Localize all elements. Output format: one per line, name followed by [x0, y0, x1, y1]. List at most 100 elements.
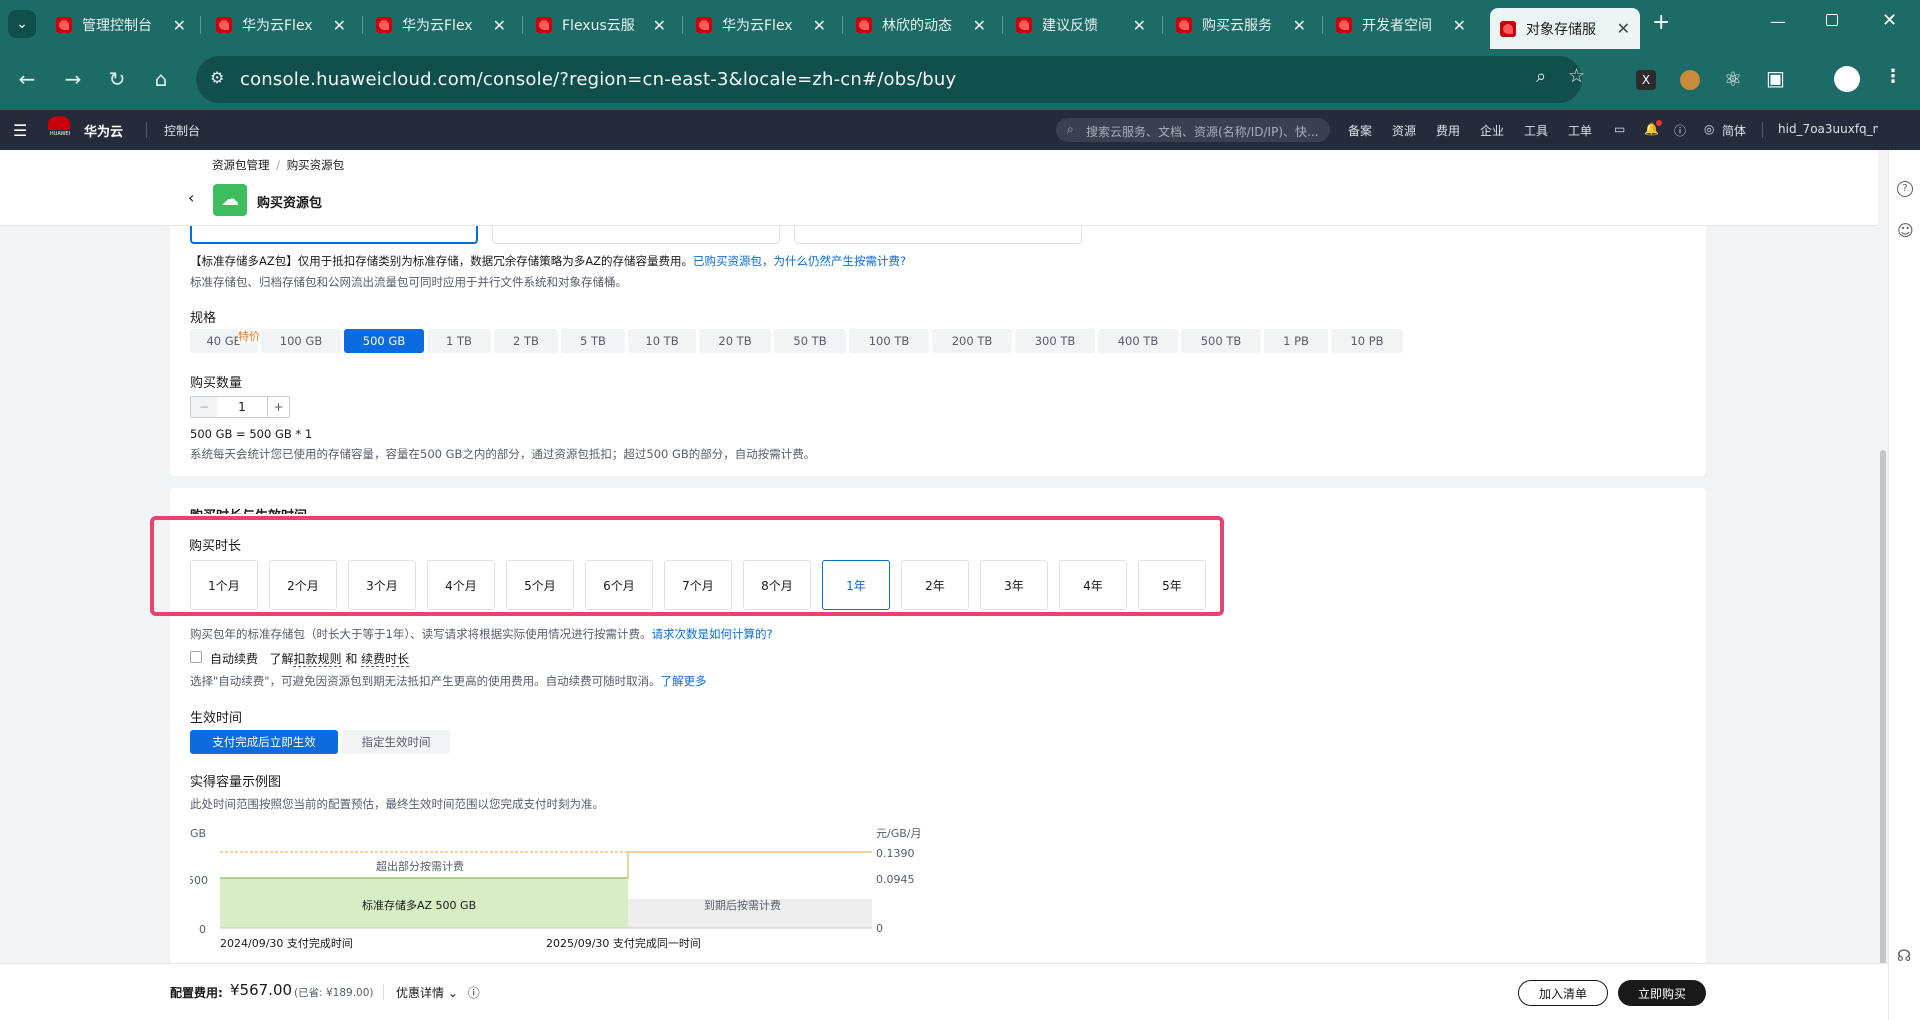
tab-close-icon[interactable]: ✕: [1133, 16, 1146, 35]
request-count-link[interactable]: 请求次数是如何计算的?: [652, 627, 773, 641]
nav-enterprise[interactable]: 企业: [1480, 122, 1504, 139]
auto-renew-checkbox[interactable]: [190, 651, 202, 663]
spec-option[interactable]: 400 TB: [1098, 329, 1178, 353]
discount-details[interactable]: 优惠详情 ⌄ ⓘ: [396, 984, 480, 1001]
forward-icon[interactable]: →: [60, 67, 86, 91]
restore-icon[interactable]: [1826, 14, 1838, 26]
brand-name[interactable]: 华为云: [84, 121, 123, 140]
tab-close-icon[interactable]: ✕: [813, 16, 826, 35]
spec-option[interactable]: 1 TB: [427, 329, 491, 353]
browser-tab[interactable]: 华为云Flex ✕: [366, 9, 516, 41]
quantity-input[interactable]: 1: [217, 400, 267, 414]
x-label-start: 2024/09/30 支付完成时间: [220, 936, 353, 950]
spec-option[interactable]: 5 TB: [561, 329, 625, 353]
huawei-favicon-icon: [376, 17, 392, 33]
help-circle-icon[interactable]: ?: [1897, 181, 1913, 197]
zoom-icon[interactable]: ⌕: [1536, 66, 1546, 87]
feedback-smile-icon[interactable]: ☺: [1897, 221, 1914, 240]
tab-close-icon[interactable]: ✕: [973, 16, 986, 35]
tab-close-icon[interactable]: ✕: [173, 16, 186, 35]
console-link[interactable]: 控制台: [164, 122, 200, 139]
reload-icon[interactable]: ↻: [104, 67, 130, 91]
scrollbar-thumb[interactable]: [1880, 450, 1886, 985]
tab-close-icon[interactable]: ✕: [1617, 19, 1630, 38]
breadcrumb: 资源包管理 / 购买资源包: [212, 158, 345, 172]
address-bar[interactable]: ⚙ console.huaweicloud.com/console/?regio…: [196, 56, 1585, 103]
new-tab-icon[interactable]: +: [1652, 10, 1670, 35]
spec-option[interactable]: 200 TB: [932, 329, 1012, 353]
spec-option[interactable]: 1 PB: [1264, 329, 1328, 353]
spec-option[interactable]: 50 TB: [774, 329, 846, 353]
quantity-decrease-button[interactable]: −: [191, 397, 217, 417]
react-extension-icon[interactable]: ⚛: [1724, 67, 1742, 91]
capacity-chart: GB 500 0 超出部分按需计费 标准存储多AZ 500 GB 到期后按需计费…: [190, 827, 921, 950]
spec-option[interactable]: 500 GB: [344, 329, 424, 353]
tab-close-icon[interactable]: ✕: [653, 16, 666, 35]
extension-x-icon[interactable]: X: [1636, 70, 1656, 90]
nav-tickets[interactable]: 工单: [1568, 122, 1592, 139]
url-text[interactable]: console.huaweicloud.com/console/?region=…: [240, 69, 956, 90]
effective-scheduled-button[interactable]: 指定生效时间: [342, 730, 450, 754]
help-icon[interactable]: ⓘ: [1674, 122, 1686, 139]
renewal-duration-link[interactable]: 续费时长: [361, 652, 410, 667]
huawei-logo-icon: [48, 116, 70, 130]
extensions-puzzle-icon[interactable]: ▣: [1766, 66, 1785, 90]
spec-option[interactable]: 100 TB: [849, 329, 929, 353]
user-account[interactable]: hid_7oa3uuxfq_muxtc: [1778, 122, 1878, 136]
spec-option[interactable]: 10 TB: [628, 329, 696, 353]
spec-option[interactable]: 100 GB: [261, 329, 341, 353]
tab-close-icon[interactable]: ✕: [1293, 16, 1306, 35]
breadcrumb-parent[interactable]: 资源包管理: [212, 158, 270, 172]
bookmark-star-icon[interactable]: ☆: [1568, 65, 1585, 87]
tab-close-icon[interactable]: ✕: [1453, 16, 1466, 35]
browser-tab[interactable]: 建议反馈 ✕: [1006, 9, 1156, 41]
tab-close-icon[interactable]: ✕: [493, 16, 506, 35]
globe-icon[interactable]: ◎: [1704, 122, 1714, 136]
global-search-input[interactable]: ⌕ 搜索云服务、文档、资源(名称/ID/IP)、快...: [1056, 118, 1330, 142]
tab-close-icon[interactable]: ✕: [333, 16, 346, 35]
browser-tab-active[interactable]: 对象存储服 ✕: [1490, 8, 1640, 49]
buy-now-button[interactable]: 立即购买: [1618, 980, 1706, 1006]
site-info-icon[interactable]: ⚙: [210, 68, 224, 87]
browser-menu-icon[interactable]: ⋮: [1884, 66, 1902, 87]
headset-icon[interactable]: ☊: [1897, 946, 1911, 965]
cloud-shell-icon[interactable]: ▭: [1614, 122, 1625, 136]
browser-tab[interactable]: Flexus云服 ✕: [526, 9, 676, 41]
minimize-icon[interactable]: —: [1770, 12, 1786, 31]
nav-resources[interactable]: 资源: [1392, 122, 1416, 139]
home-icon[interactable]: ⌂: [148, 67, 174, 91]
nav-filing[interactable]: 备案: [1348, 122, 1372, 139]
nav-billing[interactable]: 费用: [1436, 122, 1460, 139]
spec-option[interactable]: 10 PB: [1331, 329, 1403, 353]
charge-faq-link[interactable]: 已购买资源包，为什么仍然产生按需计费?: [693, 254, 906, 268]
nav-tools[interactable]: 工具: [1524, 122, 1548, 139]
browser-tab[interactable]: 开发者空间 ✕: [1326, 9, 1476, 41]
browser-tab[interactable]: 华为云Flex ✕: [206, 9, 356, 41]
tab-search-button[interactable]: ⌄: [8, 10, 36, 38]
spec-option[interactable]: 500 TB: [1181, 329, 1261, 353]
y-right-tick: 0.0945: [876, 873, 915, 886]
menu-hamburger-icon[interactable]: ☰: [13, 121, 27, 140]
deduction-rule-link[interactable]: 扣款规则: [293, 652, 342, 667]
cookie-extension-icon[interactable]: [1680, 70, 1700, 90]
browser-tab[interactable]: 华为云Flex ✕: [686, 9, 836, 41]
browser-tab[interactable]: 管理控制台 ✕: [46, 9, 196, 41]
effective-immediate-button[interactable]: 支付完成后立即生效: [190, 730, 338, 754]
spec-option[interactable]: 300 TB: [1015, 329, 1095, 353]
spec-option[interactable]: 2 TB: [494, 329, 558, 353]
back-arrow-icon[interactable]: ‹: [188, 188, 194, 207]
obs-service-icon: ☁: [213, 184, 247, 216]
add-to-cart-button[interactable]: 加入清单: [1518, 980, 1608, 1006]
huawei-logo[interactable]: HUAWEI: [48, 116, 72, 138]
back-icon[interactable]: ←: [14, 67, 40, 91]
language-select[interactable]: 简体: [1722, 122, 1746, 139]
package-subnote: 标准存储包、归档存储包和公网流出流量包可同时应用于并行文件系统和对象存储桶。: [190, 275, 627, 289]
profile-avatar-icon[interactable]: [1834, 66, 1860, 92]
learn-more-link[interactable]: 了解更多: [661, 674, 707, 688]
browser-tab[interactable]: 购买云服务 ✕: [1166, 9, 1316, 41]
spec-option[interactable]: 20 TB: [699, 329, 771, 353]
browser-tab[interactable]: 林欣的动态 ✕: [846, 9, 996, 41]
quantity-stepper[interactable]: − 1 +: [190, 396, 290, 418]
quantity-increase-button[interactable]: +: [267, 397, 289, 417]
window-close-icon[interactable]: ✕: [1882, 10, 1897, 31]
